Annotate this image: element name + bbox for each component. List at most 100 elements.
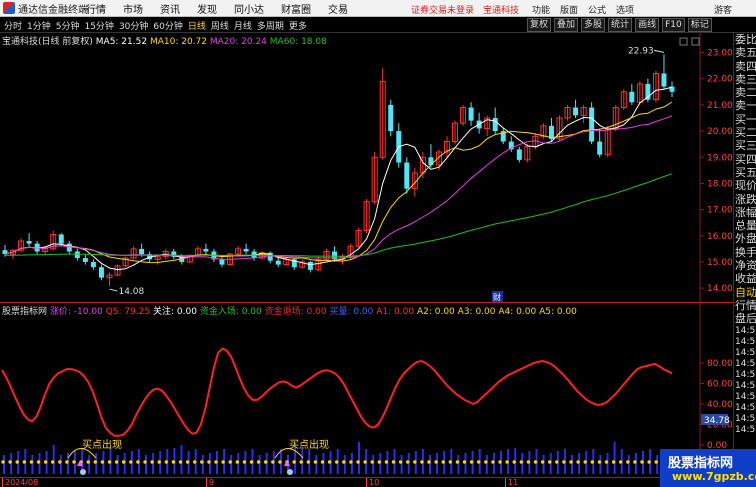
baseline-dot <box>647 460 651 464</box>
baseline-dot <box>1 460 5 464</box>
period-tab-5[interactable]: 60分钟 <box>153 19 182 32</box>
price-tick-label: 19.00 <box>707 153 733 163</box>
candle-body <box>243 248 249 252</box>
ma-label-0: MA5: 21.52 <box>95 37 148 47</box>
date-label-2: 10 <box>366 478 379 487</box>
period-tab-4[interactable]: 30分钟 <box>119 19 148 32</box>
baseline-dot <box>214 460 218 464</box>
baseline-dot <box>533 460 538 464</box>
menu-options[interactable]: 选项 <box>616 3 634 16</box>
baseline-dot <box>72 460 76 464</box>
period-tab-0[interactable]: 分时 <box>4 19 22 32</box>
candle-body <box>492 117 498 132</box>
baseline-dot <box>370 460 374 464</box>
menu-formula[interactable]: 公式 <box>588 3 606 16</box>
indicator-param-6: A1: 0.00 <box>376 307 415 317</box>
baseline-dot <box>569 460 573 464</box>
candle-body <box>66 243 72 252</box>
candle-body <box>139 248 145 255</box>
menu-discover[interactable]: 发现 <box>197 1 217 16</box>
period-tab-3[interactable]: 15分钟 <box>84 19 113 32</box>
baseline-dot <box>498 460 502 464</box>
candle-body <box>428 157 434 166</box>
side-panel-item-23: 14:56 <box>735 336 756 347</box>
candle-body <box>26 241 32 244</box>
stock-link[interactable]: 宝通科技 <box>483 3 519 16</box>
ma-label-2: MA20: 20.24 <box>209 37 267 47</box>
baseline-dot <box>477 460 481 464</box>
period-tab-9[interactable]: 多周期 <box>257 19 284 32</box>
baseline-dot <box>107 460 112 464</box>
baseline-dot <box>249 460 254 464</box>
menu-layout[interactable]: 版面 <box>560 3 578 16</box>
side-panel-item-20: 行情 <box>735 298 756 312</box>
baseline-dot <box>335 460 339 464</box>
baseline-dot <box>469 460 474 464</box>
baseline-dot <box>43 460 48 464</box>
baseline-dot <box>512 460 516 464</box>
baseline-dot <box>384 460 389 464</box>
indicator-tick-label: 60.00 <box>707 380 733 390</box>
indicator-panel[interactable]: 80.00 60.00 40.00 20.00 0.00 34.78 买点出现 买点出现 股票… <box>0 303 733 478</box>
menu-news[interactable]: 资讯 <box>160 1 180 16</box>
baseline-dot <box>342 460 346 464</box>
baseline-dot <box>406 460 410 464</box>
indicator-name[interactable]: 股票指标网 <box>2 307 47 317</box>
indicator-param-10: A5: 0.00 <box>539 307 577 317</box>
side-panel-item-8: 买三 <box>735 139 756 153</box>
candle-body <box>82 258 88 262</box>
baseline-dot <box>526 460 531 464</box>
tool-button-4[interactable]: 画线 <box>635 18 660 32</box>
period-tab-1[interactable]: 1分钟 <box>27 19 51 32</box>
menu-trade[interactable]: 交易 <box>328 1 348 16</box>
baseline-dot <box>619 460 623 464</box>
indicator-chart[interactable]: 80.0060.0040.0020.000.0034.78买点出现 买点出现 <box>0 303 733 478</box>
guest-user[interactable]: 游客 <box>714 3 732 16</box>
baseline-dot <box>327 460 332 464</box>
baseline-dot <box>313 460 318 464</box>
baseline-dot <box>200 460 204 464</box>
tool-button-0[interactable]: 复权 <box>527 18 552 32</box>
indicator-param-4: 资金退场: 0.00 <box>264 307 327 317</box>
buy-signal-label: 买点出现 <box>289 438 329 451</box>
period-tab-7[interactable]: 周线 <box>211 19 229 32</box>
tool-button-2[interactable]: 多股 <box>581 18 606 32</box>
indicator-param-7: A2: 0.00 <box>416 307 455 317</box>
baseline-dot <box>633 460 637 464</box>
period-tab-8[interactable]: 月线 <box>234 19 252 32</box>
tool-button-6[interactable]: 标记 <box>687 18 712 32</box>
period-tab-10[interactable]: 更多 <box>289 19 307 32</box>
price-tick-label: 22.00 <box>707 75 733 85</box>
period-tab-2[interactable]: 5分钟 <box>56 19 80 32</box>
baseline-dot <box>8 460 12 464</box>
baseline-dot <box>100 460 105 464</box>
menu-assistant[interactable]: 同小达 <box>234 1 264 16</box>
main-chart-area[interactable]: 23.00 22.00 21.00 20.00 19.00 18.00 17.00 16.00… <box>0 33 733 302</box>
report-marker-label: 财 <box>493 292 501 302</box>
login-status[interactable]: 证券交易未登录 <box>411 3 474 16</box>
price-tick-label: 17.00 <box>707 206 733 216</box>
period-tab-6[interactable]: 日线 <box>188 19 206 32</box>
tool-button-5[interactable]: F10 <box>662 18 685 32</box>
menu-quotes[interactable]: 行情 <box>86 1 106 16</box>
baseline-dot <box>164 460 168 464</box>
baseline-dot <box>441 460 445 464</box>
baseline-dot <box>505 460 509 464</box>
tool-button-3[interactable]: 统计 <box>608 18 633 32</box>
title-bar: 通达信金融终端 行情 市场 资讯 发现 同小达 财富圈 交易 证券交易未登录 宝… <box>0 0 756 17</box>
indicator-param-3: 资金入场: 0.00 <box>199 307 262 317</box>
baseline-dot <box>15 460 19 464</box>
menu-function[interactable]: 功能 <box>532 3 550 16</box>
menu-wealth-circle[interactable]: 财富圈 <box>281 1 311 16</box>
period-toolbar: 分时 1分钟 5分钟 15分钟 30分钟 60分钟 日线 周线 月线 多周期 更多 复权 叠加 多股 统计… <box>0 17 756 33</box>
side-panel-item-26: 14:56 <box>735 369 756 380</box>
tool-button-1[interactable]: 叠加 <box>554 18 579 32</box>
baseline-dot <box>278 460 282 464</box>
candlestick-chart[interactable]: 23.00 22.00 21.00 20.00 19.00 18.00 17.00 16.00… <box>0 33 733 302</box>
price-tick-label: 21.00 <box>707 101 733 111</box>
side-panel-item-13: 涨幅 <box>735 205 756 219</box>
candle-body <box>307 261 313 270</box>
baseline-dot <box>271 460 275 464</box>
candle-body <box>573 107 579 116</box>
menu-market[interactable]: 市场 <box>123 1 143 16</box>
